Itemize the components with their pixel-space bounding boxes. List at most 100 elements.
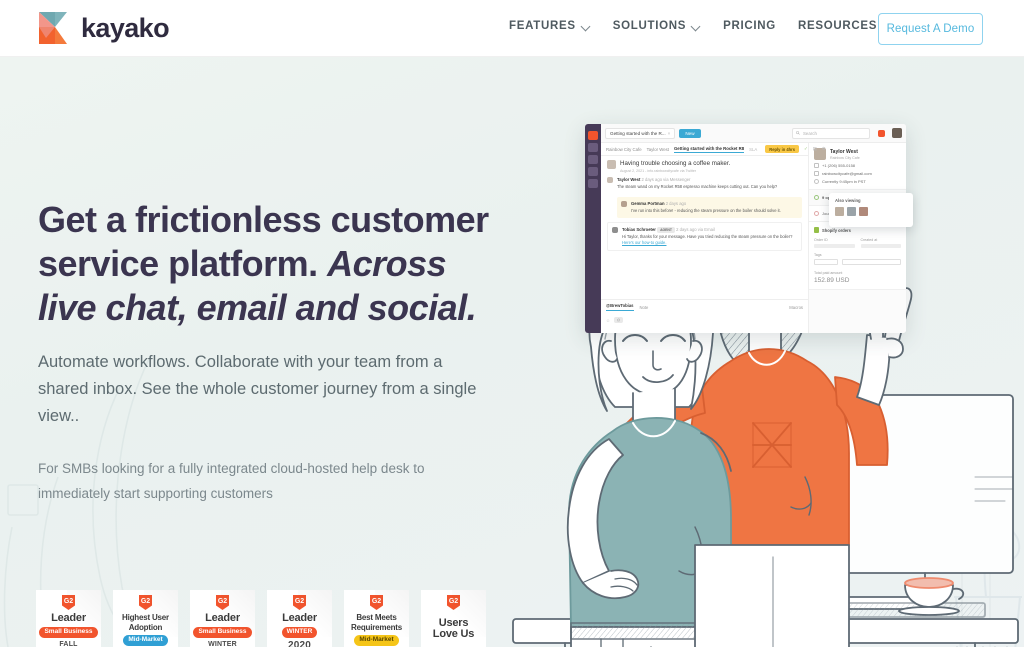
hero-copy: Get a frictionless customer service plat…: [38, 198, 508, 506]
close-icon[interactable]: ×: [668, 131, 671, 136]
attachment-icon[interactable]: ⎙: [614, 317, 623, 323]
badge-segment-pill: Small Business: [193, 627, 252, 638]
nav-label: SOLUTIONS: [612, 20, 687, 32]
nav-item-features[interactable]: FEATURES: [509, 20, 591, 32]
g2-icon: G2: [293, 595, 306, 610]
new-conversation-button[interactable]: New: [679, 128, 701, 138]
tag-input[interactable]: [842, 258, 901, 265]
shopify-orders-label: Shopify orders: [822, 227, 851, 233]
breadcrumb-current: Getting started with the Rocket R8: [673, 145, 745, 153]
contact-time-row: Currently 9:45pm in PST: [814, 179, 901, 184]
badge-title: Leader: [205, 612, 240, 624]
nav-label: RESOURCES: [797, 20, 878, 32]
g2-icon: G2: [139, 595, 152, 610]
contact-name: Taylor West: [830, 148, 858, 155]
hero-subheading: Automate workflows. Collaborate with you…: [38, 353, 477, 425]
total-paid-label: Total paid amount: [814, 270, 843, 275]
created-at-value: [860, 244, 901, 248]
breadcrumb-org[interactable]: Rainbow City Cafe: [606, 147, 642, 152]
also-viewing-label: Also viewing: [835, 198, 861, 203]
badge-best-meets-requirements-winter-2021: G2 Best Meets Requirements Mid-Market WI…: [344, 590, 409, 647]
nav-label: FEATURES: [509, 20, 576, 32]
badge-segment-pill: WINTER: [281, 627, 318, 638]
tag-select[interactable]: [814, 258, 838, 265]
badge-period: 2020: [287, 639, 312, 647]
nav-item-pricing[interactable]: PRICING: [723, 20, 776, 32]
badge-segment-pill: Mid-Market: [354, 635, 399, 646]
message-body: I've run into this before! - reducing th…: [631, 208, 781, 213]
message-time: 2 days ago via Messenger: [641, 177, 691, 182]
phone-icon: [814, 163, 819, 168]
app-search-input[interactable]: Search: [792, 127, 870, 139]
order-id-label: Order ID: [814, 238, 828, 242]
conversation-pane: Rainbow City Cafe Taylor West Getting st…: [601, 143, 826, 333]
app-tab[interactable]: Getting started with the R... ×: [605, 127, 676, 139]
contact-email: rainbowcitycafe@gmail.com: [822, 171, 872, 176]
award-badges: G2 Leader Small Business FALL2019 G2 Hig…: [36, 590, 486, 647]
headline-line-3-italic: live chat, email and social.: [38, 287, 477, 328]
inbox-icon: [588, 143, 598, 152]
status-badge: Reply in 4hrs: [765, 145, 800, 153]
contact-email-row: rainbowcitycafe@gmail.com: [814, 171, 901, 176]
avatar: [607, 160, 616, 169]
emoji-icon[interactable]: ☺: [606, 318, 610, 323]
site-header: kayako FEATURES SOLUTIONS PRICING RESOUR…: [0, 0, 1024, 57]
logo-text: kayako: [81, 12, 170, 43]
contact-org: Rainbow City Cafe: [830, 155, 860, 160]
kayako-logo-icon: [37, 11, 70, 45]
app-logo-icon: [588, 131, 598, 140]
composer-tab-reply[interactable]: @BrewTobias: [606, 303, 634, 311]
check-icon[interactable]: ✓: [804, 146, 808, 152]
order-id-value: [814, 244, 855, 248]
logo[interactable]: kayako: [37, 11, 170, 45]
g2-icon: G2: [216, 595, 229, 610]
g2-icon: G2: [447, 595, 460, 610]
headline-line-2: service platform.: [38, 243, 328, 284]
reports-icon: [588, 167, 598, 176]
request-demo-button[interactable]: Request A Demo: [878, 13, 983, 45]
main-navigation: FEATURES SOLUTIONS PRICING RESOURCES: [509, 20, 914, 32]
nav-item-solutions[interactable]: SOLUTIONS: [613, 20, 701, 32]
avatar[interactable]: [892, 128, 902, 138]
grid-icon: [588, 155, 598, 164]
notification-icon[interactable]: [878, 129, 885, 137]
shopify-orders-header: Shopify orders: [814, 227, 901, 233]
app-body: Rainbow City Cafe Taylor West Getting st…: [601, 143, 906, 333]
message-link[interactable]: Here's our how-to guide.: [622, 240, 666, 245]
avatar[interactable]: [847, 207, 856, 216]
composer-tab-note[interactable]: Note: [640, 305, 649, 310]
composer-macros[interactable]: Macros: [789, 305, 803, 310]
message-agent: Tobias Schroeter AGENT 2 days ago via Em…: [607, 222, 802, 251]
message-author: Gemma Portman 2 days ago: [631, 201, 687, 206]
avatar: [607, 177, 613, 183]
badge-title: Users Love Us: [432, 617, 475, 640]
badge-segment-pill: Small Business: [39, 627, 98, 638]
agent-badge: AGENT: [657, 227, 675, 233]
search-icon: [796, 131, 800, 135]
total-paid-value: 152.89 USD: [814, 276, 850, 284]
chevron-down-icon: [692, 22, 701, 31]
badge-title: Best Meets Requirements: [351, 613, 402, 632]
thread-subject: Having trouble choosing a coffee maker.: [620, 160, 731, 167]
badge-title: Highest User Adoption: [122, 613, 169, 632]
headline-line-2-italic: Across: [327, 243, 447, 284]
contact-sidebar: Taylor West Rainbow City Cafe +1 (206) 5…: [808, 143, 906, 333]
avatar[interactable]: [859, 207, 868, 216]
contact-local-time: Currently 9:45pm in PST: [822, 179, 866, 184]
journey-icon: [814, 211, 819, 216]
trash-icon[interactable]: ▤: [813, 146, 817, 152]
settings-icon: [588, 179, 598, 188]
app-left-rail: [585, 124, 601, 333]
message-body: Hi Taylor, thanks for your message. Have…: [622, 234, 793, 245]
conversation-icon: [814, 195, 819, 200]
breadcrumb-person[interactable]: Taylor West: [647, 147, 669, 152]
gear-icon[interactable]: ⚙: [822, 146, 826, 152]
headline-line-1: Get a frictionless customer: [38, 199, 489, 240]
thread-header: Having trouble choosing a coffee maker. …: [601, 156, 808, 177]
chevron-down-icon: [582, 22, 591, 31]
reply-composer[interactable]: @BrewTobias Note Macros ☺ ⎙: [601, 299, 808, 333]
message-time: 2 days ago: [665, 201, 687, 206]
composer-tabs: @BrewTobias Note Macros: [606, 303, 803, 311]
app-main-area: Getting started with the R... × New Sear…: [601, 124, 906, 333]
avatar[interactable]: [835, 207, 844, 216]
